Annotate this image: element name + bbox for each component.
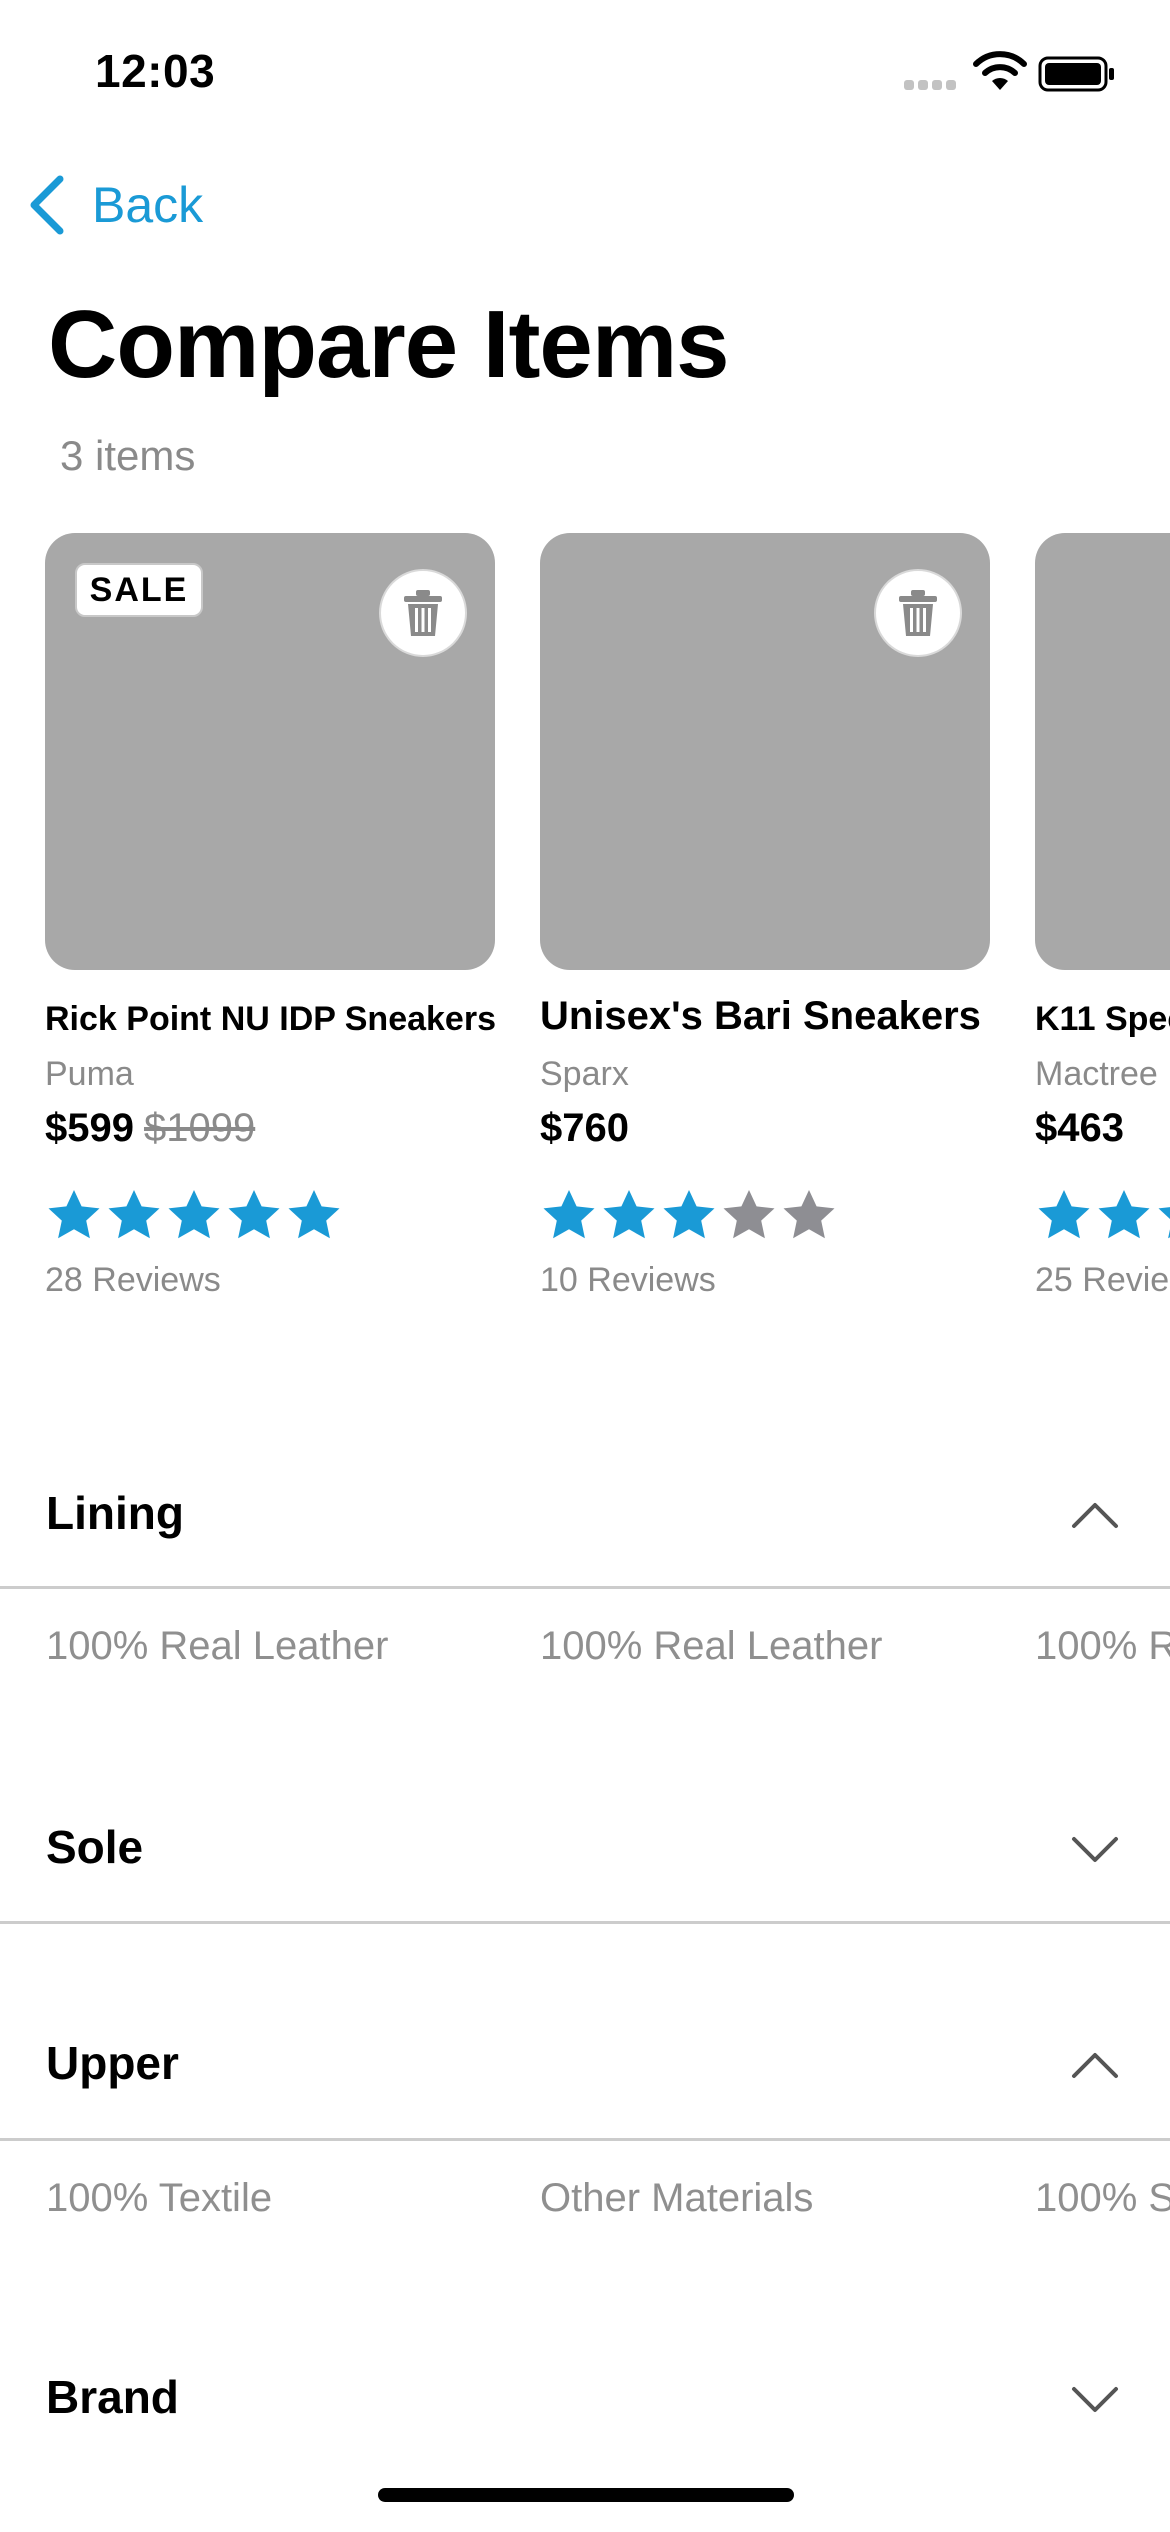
section-title: Sole [46,1821,144,1873]
star-filled-icon [1038,1190,1090,1239]
compare-row-lining: 100% Real Leather 100% Real Leather 100%… [0,1624,1170,1684]
star-filled-icon [543,1190,595,1239]
star-filled-icon [1098,1190,1150,1239]
compare-value: 100% S [1035,2176,1170,2220]
remove-item-button[interactable] [379,569,467,657]
status-time: 12:03 [95,45,216,97]
review-count: 25 Revie [1035,1261,1170,1299]
battery-icon [1038,56,1114,92]
back-button[interactable]: Back [24,170,203,240]
star-filled-icon [108,1190,160,1239]
back-label: Back [92,177,204,233]
product-brand: Puma [45,1055,134,1093]
star-filled-icon [1158,1207,1170,1239]
price-row: $463 [1035,1106,1170,1151]
product-carousel[interactable]: SALE Rick Point NU IDP Sneakers Puma $59… [0,533,1170,1333]
section-header-upper[interactable]: Upper [0,2024,1170,2104]
status-bar: 12:03 [0,0,1170,140]
product-brand: Mactree [1035,1055,1158,1093]
price-row: $599 $1099 [45,1106,495,1151]
star-filled-icon [288,1190,340,1239]
chevron-up-icon [1072,2053,1118,2078]
item-count: 3 items [60,432,196,479]
product-price: $599 [45,1106,134,1150]
compare-value: 100% R [1035,1624,1170,1668]
section-title: Upper [46,2037,179,2089]
chevron-up-icon [1072,1503,1118,1528]
star-empty-icon [723,1190,775,1239]
star-rating [45,1187,495,1249]
product-card[interactable]: Unisex's Bari Sneakers Sparx $760 10 Rev… [540,533,990,1300]
section-header-brand[interactable]: Brand [0,2358,1170,2438]
home-indicator [378,2488,794,2502]
compare-value: 100% Real Leather [540,1624,883,1668]
product-name: K11 Spec [1035,1000,1170,1038]
star-filled-icon [663,1190,715,1239]
original-price: $1099 [143,1106,256,1150]
trash-icon [404,590,442,636]
product-price: $463 [1035,1106,1124,1150]
divider [0,1921,1170,1924]
compare-value: 100% Real Leather [46,1624,389,1668]
star-filled-icon [228,1190,280,1239]
cellular-signal-icon [904,80,960,92]
remove-item-button[interactable] [874,569,962,657]
star-filled-icon [48,1190,100,1239]
star-rating [540,1187,990,1249]
sale-badge: SALE [75,563,203,617]
chevron-left-icon [30,175,64,235]
star-filled-icon [168,1190,220,1239]
section-title: Lining [46,1487,184,1539]
product-brand: Sparx [540,1055,629,1093]
page-title: Compare Items [48,291,730,398]
product-price: $760 [540,1106,629,1150]
star-filled-icon [603,1190,655,1239]
divider [0,2138,1170,2141]
section-header-sole[interactable]: Sole [0,1808,1170,1888]
product-card[interactable]: K11 Spec Mactree $463 25 Revie [1035,533,1170,1300]
star-empty-icon [783,1190,835,1239]
trash-icon [899,590,937,636]
review-count: 28 Reviews [45,1261,221,1299]
chevron-down-icon [1072,2387,1118,2412]
product-image: SALE [45,533,495,970]
compare-row-upper: 100% Textile Other Materials 100% S [0,2176,1170,2236]
product-name: Unisex's Bari Sneakers [540,994,981,1038]
compare-value: Other Materials [540,2176,814,2220]
product-image [1035,533,1170,970]
product-name: Rick Point NU IDP Sneakers [45,1000,496,1038]
divider [0,1586,1170,1589]
section-header-lining[interactable]: Lining [0,1474,1170,1554]
compare-value: 100% Textile [46,2176,273,2220]
product-image [540,533,990,970]
product-card[interactable]: SALE Rick Point NU IDP Sneakers Puma $59… [45,533,496,1300]
review-count: 10 Reviews [540,1261,716,1299]
price-row: $760 [540,1106,990,1151]
chevron-down-icon [1072,1837,1118,1862]
wifi-icon [973,51,1027,90]
section-title: Brand [46,2371,179,2423]
star-rating [1035,1187,1170,1249]
